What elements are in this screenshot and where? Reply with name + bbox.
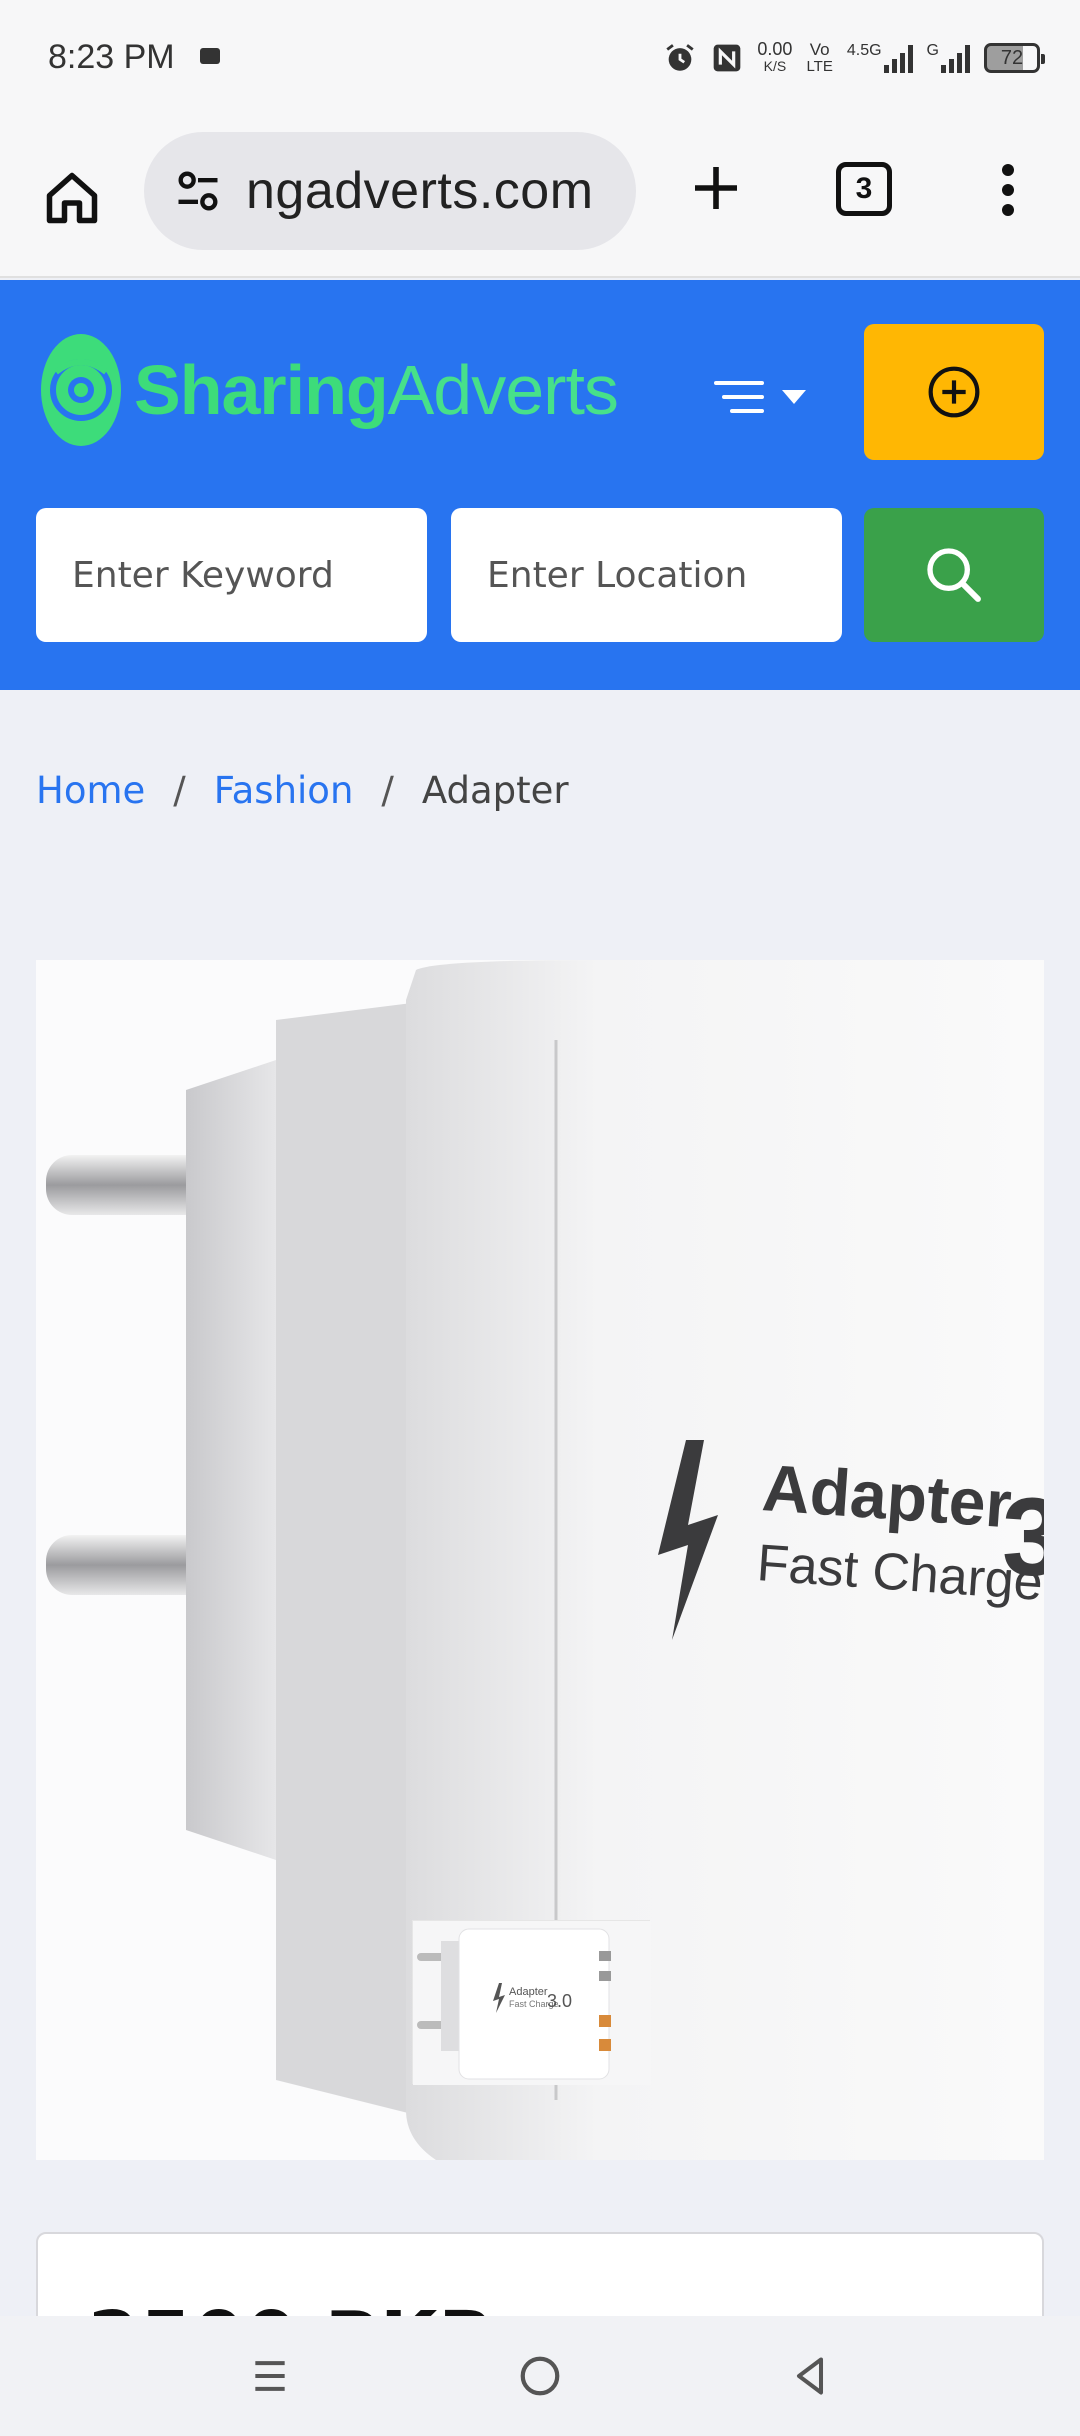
hamburger-icon xyxy=(714,381,764,413)
browser-toolbar: ngadverts.com 3 xyxy=(0,118,1080,278)
url-text: ngadverts.com xyxy=(246,162,594,220)
recents-button[interactable] xyxy=(240,2346,300,2406)
status-time: 8:23 PM xyxy=(48,38,175,76)
volte-bottom: LTE xyxy=(806,58,833,75)
message-notification-icon xyxy=(200,48,220,64)
net-speed: 0.00 K/S xyxy=(757,39,793,75)
screen: 8:23 PM 0.00 K/S Vo LTE 4.5G G 72 ngadve… xyxy=(0,0,1080,2436)
post-ad-button[interactable] xyxy=(864,324,1044,460)
back-triangle-icon xyxy=(796,2357,824,2395)
battery-level: 72 xyxy=(1000,46,1024,69)
logo-text: SharingAdverts xyxy=(134,350,619,430)
alarm-icon xyxy=(663,41,697,75)
signal-sim1: 4.5G xyxy=(847,43,913,73)
home-icon xyxy=(46,172,98,224)
tab-switcher-button[interactable]: 3 xyxy=(836,162,892,216)
address-bar[interactable]: ngadverts.com xyxy=(144,132,636,250)
home-button[interactable] xyxy=(36,162,108,234)
recents-icon xyxy=(255,2361,285,2391)
status-icons: 0.00 K/S Vo LTE 4.5G G 72 xyxy=(663,36,1045,80)
caret-down-icon xyxy=(782,390,806,404)
tune-icon[interactable] xyxy=(172,165,224,217)
status-bar: 8:23 PM 0.00 K/S Vo LTE 4.5G G 72 xyxy=(0,0,1080,118)
logo-text-part2: Adverts xyxy=(387,351,619,429)
volte-top: Vo xyxy=(809,40,830,59)
thumb-text-adapter: Adapter xyxy=(509,1986,548,1998)
location-input[interactable] xyxy=(451,508,842,642)
circle-home-icon xyxy=(520,2356,560,2396)
product-thumbnail[interactable]: Adapter Fast Charge 3.0 xyxy=(412,1920,651,2085)
back-button[interactable] xyxy=(780,2346,840,2406)
thumbnail-photo: Adapter Fast Charge 3.0 xyxy=(413,1921,651,2085)
plus-icon xyxy=(695,167,737,209)
network-type-2: G xyxy=(926,42,939,59)
net-speed-unit: K/S xyxy=(763,58,787,74)
battery-icon: 72 xyxy=(984,43,1045,73)
system-nav-bar xyxy=(0,2316,1080,2436)
product-image[interactable]: Adapter Fast Charge 3 Adapter Fast Charg… xyxy=(36,960,1044,2160)
search-button[interactable] xyxy=(864,508,1044,642)
network-type-1: 4.5G xyxy=(846,42,882,59)
home-nav-button[interactable] xyxy=(510,2346,570,2406)
tab-count: 3 xyxy=(855,172,873,205)
keyword-input[interactable] xyxy=(36,508,427,642)
search-icon xyxy=(927,548,981,602)
site-logo[interactable]: SharingAdverts xyxy=(38,330,619,450)
logo-text-part1: Sharing xyxy=(134,351,389,429)
nav-menu-toggle[interactable] xyxy=(712,372,822,422)
signal-bars-icon xyxy=(883,43,913,73)
volte-indicator: Vo LTE xyxy=(806,41,832,75)
breadcrumb-separator: / xyxy=(381,768,394,812)
breadcrumb-current: Adapter xyxy=(421,768,569,812)
breadcrumb-separator: / xyxy=(173,768,186,812)
signal-bars-icon xyxy=(941,43,970,73)
search-form xyxy=(36,508,1044,642)
new-tab-button[interactable] xyxy=(680,152,752,224)
nfc-icon xyxy=(711,42,743,74)
thumb-version: 3.0 xyxy=(547,1991,572,2011)
plus-circle-icon xyxy=(928,366,980,418)
more-vert-icon[interactable] xyxy=(990,158,1026,222)
image-text-version: 3 xyxy=(1002,1476,1044,1599)
breadcrumb-fashion[interactable]: Fashion xyxy=(214,769,354,812)
breadcrumb: Home / Fashion / Adapter xyxy=(36,760,569,820)
signal-sim2: G xyxy=(927,43,970,73)
logo-icon xyxy=(41,334,121,446)
breadcrumb-home[interactable]: Home xyxy=(36,769,145,812)
site-header: SharingAdverts xyxy=(0,280,1080,690)
net-speed-value: 0.00 xyxy=(757,39,793,59)
